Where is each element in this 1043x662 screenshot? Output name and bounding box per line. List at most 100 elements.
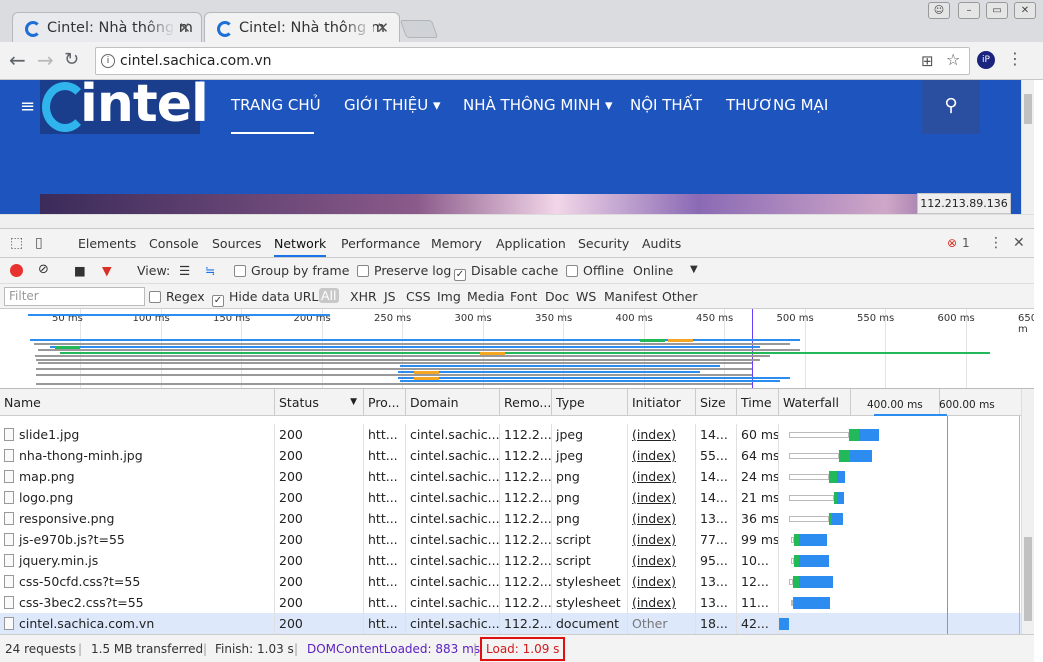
ip-extension-icon[interactable]: iP bbox=[977, 51, 995, 69]
column-size[interactable]: Size bbox=[696, 389, 737, 416]
tab-close-icon[interactable]: ✕ bbox=[178, 13, 191, 42]
page-horizontal-scrollbar[interactable] bbox=[0, 214, 1034, 229]
inspect-element-icon[interactable]: ⬚ bbox=[10, 235, 23, 251]
column-domain[interactable]: Domain bbox=[406, 389, 500, 416]
cell-initiator[interactable]: (index) bbox=[628, 529, 696, 550]
back-arrow-icon[interactable]: ← bbox=[9, 48, 26, 72]
menu-dots-icon[interactable]: ⋮ bbox=[1007, 49, 1023, 68]
devtools-close-icon[interactable]: ✕ bbox=[1013, 235, 1025, 251]
chevron-down-icon[interactable]: ▼ bbox=[690, 264, 698, 275]
table-row[interactable]: nha-thong-minh.jpg 200 htt... cintel.sachic… bbox=[0, 445, 1021, 466]
column-remote-address[interactable]: Remo... bbox=[500, 389, 552, 416]
filter-input[interactable]: Filter bbox=[4, 287, 145, 306]
profile-icon[interactable]: ☺ bbox=[928, 2, 950, 19]
nav-nha-thong-minh[interactable]: NHÀ THÔNG MINH ▾ bbox=[463, 96, 613, 114]
filter-img[interactable]: Img bbox=[437, 289, 461, 304]
requests-scrollbar[interactable] bbox=[1021, 389, 1034, 634]
tab-console[interactable]: Console bbox=[149, 236, 199, 251]
site-logo[interactable]: intel bbox=[40, 80, 209, 134]
cell-initiator[interactable]: (index) bbox=[628, 550, 696, 571]
cell-initiator[interactable]: (index) bbox=[628, 466, 696, 487]
table-row[interactable]: map.png 200 htt... cintel.sachic... 112.2...… bbox=[0, 466, 1021, 487]
site-search-button[interactable]: ⚲ bbox=[922, 80, 980, 134]
table-row[interactable]: cintel.sachica.com.vn 200 htt... cintel.sac… bbox=[0, 613, 1021, 634]
cell-initiator[interactable]: (index) bbox=[628, 445, 696, 466]
tab-close-icon[interactable]: ✕ bbox=[376, 13, 389, 42]
table-row[interactable]: responsive.png 200 htt... cintel.sachic... 1… bbox=[0, 508, 1021, 529]
filter-ws[interactable]: WS bbox=[576, 289, 596, 304]
bookmark-star-icon[interactable]: ☆ bbox=[946, 50, 960, 69]
tab-performance[interactable]: Performance bbox=[341, 236, 420, 251]
tab-audits[interactable]: Audits bbox=[642, 236, 681, 251]
cell-initiator[interactable]: (index) bbox=[628, 487, 696, 508]
browser-tab[interactable]: Cintel: Nhà thông m ✕ bbox=[12, 12, 202, 42]
close-window-button[interactable]: ✕ bbox=[1014, 2, 1036, 19]
translate-icon[interactable]: ⊞ bbox=[921, 52, 934, 70]
filter-icon[interactable]: ▼ bbox=[102, 263, 112, 278]
preserve-log-checkbox[interactable]: Preserve log bbox=[357, 263, 451, 278]
site-info-icon[interactable]: i bbox=[101, 54, 115, 68]
nav-gioi-thieu[interactable]: GIỚI THIỆU ▾ bbox=[344, 96, 441, 114]
maximize-button[interactable]: ▭ bbox=[986, 2, 1008, 19]
disable-cache-checkbox[interactable]: ✓ Disable cache bbox=[454, 263, 558, 281]
devtools-menu-icon[interactable]: ⋮ bbox=[989, 235, 1003, 251]
tab-security[interactable]: Security bbox=[578, 236, 629, 251]
filter-other[interactable]: Other bbox=[662, 289, 698, 304]
group-by-frame-checkbox[interactable]: Group by frame bbox=[234, 263, 349, 278]
nav-noi-that[interactable]: NỘI THẤT bbox=[630, 96, 702, 114]
filter-doc[interactable]: Doc bbox=[545, 289, 569, 304]
column-type[interactable]: Type bbox=[552, 389, 628, 416]
minimize-button[interactable]: – bbox=[958, 2, 980, 19]
table-row[interactable]: css-3bec2.css?t=55 200 htt... cintel.sachic… bbox=[0, 592, 1021, 613]
capture-screenshots-icon[interactable]: ■ bbox=[74, 263, 86, 278]
nav-trang-chu[interactable]: TRANG CHỦ bbox=[231, 96, 321, 114]
cell-initiator[interactable]: (index) bbox=[628, 592, 696, 613]
address-bar[interactable]: i cintel.sachica.com.vn bbox=[95, 47, 970, 75]
table-row[interactable]: css-50cfd.css?t=55 200 htt... cintel.sachic… bbox=[0, 571, 1021, 592]
error-icon[interactable]: ⊗ bbox=[947, 236, 957, 250]
table-row[interactable]: js-e970b.js?t=55 200 htt... cintel.sachic..… bbox=[0, 529, 1021, 550]
page-scrollbar[interactable] bbox=[1021, 80, 1034, 214]
large-rows-icon[interactable]: ☰ bbox=[179, 263, 190, 278]
column-name[interactable]: Name bbox=[0, 389, 275, 416]
table-row[interactable]: jquery.min.js 200 htt... cintel.sachic... 11… bbox=[0, 550, 1021, 571]
nav-thuong-mai[interactable]: THƯƠNG MẠI bbox=[726, 96, 828, 114]
cell-initiator[interactable]: (index) bbox=[628, 571, 696, 592]
tab-sources[interactable]: Sources bbox=[212, 236, 261, 251]
hamburger-menu-icon[interactable]: ≡ bbox=[20, 96, 35, 117]
throttling-select[interactable]: Online bbox=[633, 263, 673, 278]
table-row[interactable]: slide1.jpg 200 htt... cintel.sachic... 112.2… bbox=[0, 424, 1021, 445]
column-time[interactable]: Time bbox=[737, 389, 779, 416]
filter-media[interactable]: Media bbox=[467, 289, 505, 304]
tab-application[interactable]: Application bbox=[496, 236, 566, 251]
tab-elements[interactable]: Elements bbox=[78, 236, 136, 251]
reload-icon[interactable]: ↻ bbox=[64, 48, 79, 72]
cell-initiator[interactable]: (index) bbox=[628, 508, 696, 529]
column-waterfall[interactable]: Waterfall 400.00 ms 600.00 ms bbox=[779, 389, 1021, 416]
column-status[interactable]: Status ▼ bbox=[275, 389, 364, 416]
network-overview-timeline[interactable]: 50 ms 100 ms 150 ms 200 ms 250 ms 300 ms 350 m… bbox=[0, 309, 1034, 389]
cell-initiator[interactable]: (index) bbox=[628, 424, 696, 445]
column-protocol[interactable]: Pro... bbox=[364, 389, 406, 416]
tab-memory[interactable]: Memory bbox=[431, 236, 482, 251]
record-icon[interactable] bbox=[10, 264, 23, 277]
new-tab-button[interactable] bbox=[399, 20, 439, 38]
filter-font[interactable]: Font bbox=[510, 289, 537, 304]
filter-xhr[interactable]: XHR bbox=[350, 289, 377, 304]
clear-icon[interactable]: ⊘ bbox=[38, 262, 49, 277]
table-row[interactable] bbox=[0, 416, 1021, 424]
device-toolbar-icon[interactable]: ▯ bbox=[35, 235, 43, 251]
filter-css[interactable]: CSS bbox=[406, 289, 431, 304]
table-row[interactable]: logo.png 200 htt... cintel.sachic... 112.2..… bbox=[0, 487, 1021, 508]
filter-all[interactable]: All bbox=[319, 288, 339, 303]
hide-data-urls-checkbox[interactable]: ✓ Hide data URLs bbox=[212, 289, 325, 307]
filter-manifest[interactable]: Manifest bbox=[604, 289, 657, 304]
column-initiator[interactable]: Initiator bbox=[628, 389, 696, 416]
regex-checkbox[interactable]: Regex bbox=[149, 289, 205, 304]
browser-tab-active[interactable]: Cintel: Nhà thông m ✕ bbox=[204, 12, 400, 42]
offline-checkbox[interactable]: Offline bbox=[566, 263, 624, 278]
tab-network[interactable]: Network bbox=[274, 236, 327, 257]
overview-icon[interactable]: ≒ bbox=[205, 263, 216, 278]
forward-arrow-icon[interactable]: → bbox=[37, 48, 54, 72]
filter-js[interactable]: JS bbox=[384, 289, 396, 304]
